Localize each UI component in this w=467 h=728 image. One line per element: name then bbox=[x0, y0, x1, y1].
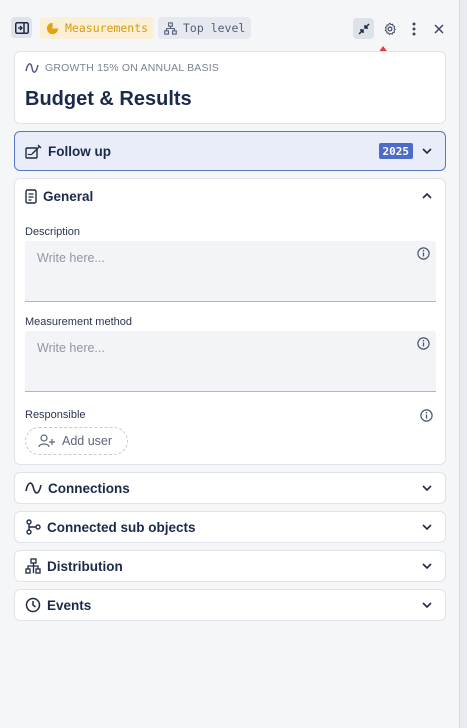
tag-measurements[interactable]: Measurements bbox=[40, 17, 155, 39]
vertical-dots-icon bbox=[412, 22, 415, 35]
clock-icon bbox=[25, 597, 41, 613]
hierarchy-icon bbox=[164, 21, 177, 35]
document-icon bbox=[25, 188, 37, 204]
title-card: GROWTH 15% ON ANNUAL BASIS Budget & Resu… bbox=[14, 51, 446, 124]
collapse-arrows-icon bbox=[357, 22, 370, 35]
events-header[interactable]: Events bbox=[15, 590, 445, 620]
info-icon[interactable] bbox=[417, 337, 430, 350]
page-title: Budget & Results bbox=[25, 88, 192, 110]
connections-header[interactable]: Connections bbox=[15, 473, 445, 503]
follow-up-header[interactable]: Follow up 2025 bbox=[15, 132, 445, 170]
branch-icon bbox=[26, 519, 41, 535]
connections-section[interactable]: Connections bbox=[14, 472, 446, 504]
wave-icon bbox=[25, 482, 42, 494]
panel-toggle-button[interactable] bbox=[11, 17, 32, 38]
distribution-icon bbox=[25, 558, 41, 574]
info-icon[interactable] bbox=[417, 247, 430, 260]
add-user-button[interactable]: Add user bbox=[25, 427, 128, 455]
more-options-button[interactable] bbox=[405, 18, 422, 39]
follow-up-label: Follow up bbox=[48, 143, 111, 159]
tag-label: Measurements bbox=[65, 21, 149, 35]
add-user-label: Add user bbox=[62, 434, 113, 448]
subtitle-text: GROWTH 15% ON ANNUAL BASIS bbox=[45, 62, 220, 74]
distribution-header[interactable]: Distribution bbox=[15, 551, 445, 581]
chevron-down-icon[interactable] bbox=[421, 145, 433, 157]
follow-up-section[interactable]: Follow up 2025 bbox=[14, 131, 446, 171]
panel-toolbar: Measurements Top level bbox=[0, 0, 460, 48]
close-icon bbox=[433, 23, 444, 34]
collapse-button[interactable] bbox=[353, 18, 374, 39]
close-button[interactable] bbox=[429, 18, 448, 39]
tag-label: Top level bbox=[183, 21, 246, 35]
events-section[interactable]: Events bbox=[14, 589, 446, 621]
settings-button[interactable] bbox=[379, 18, 400, 39]
chevron-down-icon[interactable] bbox=[421, 599, 433, 611]
info-icon[interactable] bbox=[420, 409, 433, 422]
description-placeholder: Write here... bbox=[37, 251, 105, 265]
section-label: Events bbox=[47, 597, 92, 613]
measurement-method-label: Measurement method bbox=[25, 316, 132, 328]
measurement-method-field[interactable]: Write here... bbox=[25, 331, 436, 392]
side-panel: Measurements Top level GROWTH 15% ON ANN… bbox=[0, 0, 460, 728]
year-badge: 2025 bbox=[378, 143, 413, 159]
connected-sub-objects-section[interactable]: Connected sub objects bbox=[14, 511, 446, 543]
description-label: Description bbox=[25, 226, 81, 238]
general-label: General bbox=[43, 188, 94, 204]
description-field[interactable]: Write here... bbox=[25, 241, 436, 302]
general-section: General Description Write here... Measur… bbox=[14, 178, 446, 465]
connected-sub-objects-header[interactable]: Connected sub objects bbox=[15, 512, 445, 542]
chevron-down-icon[interactable] bbox=[421, 521, 433, 533]
edit-note-icon bbox=[25, 144, 42, 159]
section-label: Connected sub objects bbox=[47, 519, 196, 535]
gear-icon bbox=[384, 22, 396, 35]
chevron-up-icon[interactable] bbox=[421, 190, 433, 202]
page-subtitle: GROWTH 15% ON ANNUAL BASIS bbox=[25, 62, 219, 74]
panel-toggle-icon bbox=[14, 21, 29, 34]
distribution-section[interactable]: Distribution bbox=[14, 550, 446, 582]
general-header[interactable]: General bbox=[15, 179, 445, 213]
add-user-icon bbox=[38, 434, 55, 448]
measurement-method-placeholder: Write here... bbox=[37, 341, 105, 355]
section-label: Connections bbox=[48, 480, 130, 496]
pie-chart-icon bbox=[46, 22, 59, 34]
chevron-down-icon[interactable] bbox=[421, 560, 433, 572]
wave-icon bbox=[25, 63, 39, 73]
section-label: Distribution bbox=[47, 558, 123, 574]
chevron-down-icon[interactable] bbox=[421, 482, 433, 494]
tag-top-level[interactable]: Top level bbox=[158, 17, 252, 39]
responsible-label: Responsible bbox=[25, 409, 86, 421]
